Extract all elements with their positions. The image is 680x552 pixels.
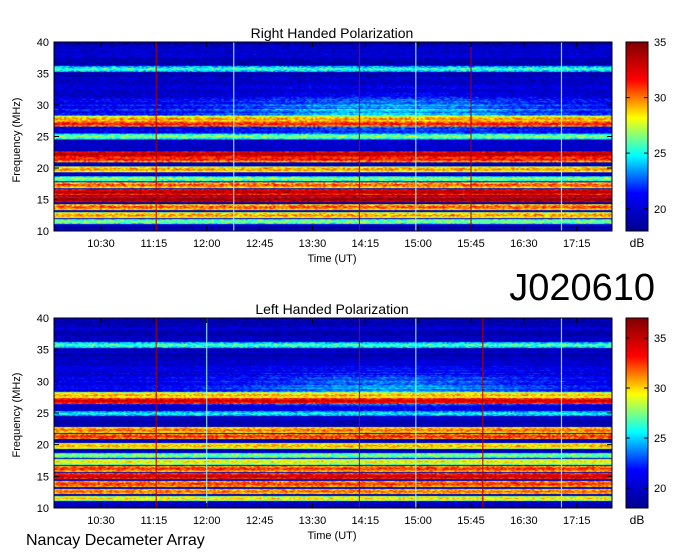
colorbar-tick-label: 25 [654, 433, 666, 445]
heatmap-area [53, 317, 613, 509]
y-axis-label: Frequency (MHz) [11, 373, 23, 458]
y-tick-label: 30 [37, 376, 49, 388]
x-tick-label: 14:15 [352, 238, 380, 250]
x-tick-label: 13:30 [299, 238, 327, 250]
y-tick-label: 35 [37, 345, 49, 357]
x-tick-label: 17:15 [563, 238, 591, 250]
x-tick-label: 15:00 [404, 238, 432, 250]
x-tick-label: 16:30 [510, 238, 538, 250]
y-tick-label: 25 [37, 132, 49, 144]
colorbar-tick-label: 20 [654, 204, 666, 216]
x-tick-label: 10:30 [87, 515, 115, 527]
panel-title: Right Handed Polarization [251, 25, 414, 41]
y-tick-label: 15 [37, 195, 49, 207]
spectrogram-figure: Right Handed Polarization 10 15 20 25 30 35 40… [11, 25, 666, 549]
colorbar-tick-label: 35 [654, 333, 666, 345]
colorbar-tick-label: 30 [654, 93, 666, 105]
x-tick-label: 10:30 [87, 238, 115, 250]
x-tick-label: 11:15 [140, 515, 167, 527]
right-polarization-panel: Right Handed Polarization 10 15 20 25 30 35 40… [11, 25, 666, 265]
colorbar-tick-label: 20 [654, 483, 666, 495]
colorbar-tick-label: 25 [654, 148, 666, 160]
x-tick-label: 15:00 [404, 515, 432, 527]
x-tick-label: 11:15 [140, 238, 167, 250]
y-tick-label: 30 [37, 100, 49, 112]
colorbar-unit: dB [630, 513, 645, 527]
heatmap-area [53, 41, 613, 232]
y-tick-label: 20 [37, 163, 49, 175]
spectrogram-image [54, 318, 612, 508]
spectrogram-image [54, 42, 612, 231]
y-tick-label: 40 [37, 313, 49, 325]
colorbar-unit: dB [630, 236, 645, 250]
x-tick-label: 14:15 [352, 515, 380, 527]
y-tick-label: 20 [37, 440, 49, 452]
colorbar: 20 25 30 35 [625, 37, 666, 232]
left-polarization-panel: Left Handed Polarization 10152025303540 … [11, 301, 666, 542]
x-tick-label: 12:00 [193, 515, 221, 527]
y-tick-label: 40 [37, 37, 49, 49]
colorbar-tick-label: 30 [654, 383, 666, 395]
colorbar-gradient [625, 317, 649, 509]
figure-code: J020610 [509, 267, 655, 309]
y-tick-label: 25 [37, 408, 49, 420]
footer-label: Nancay Decameter Array [26, 532, 205, 549]
x-tick-label: 17:15 [563, 515, 591, 527]
x-axis-label: Time (UT) [307, 253, 356, 265]
x-tick-label: 13:30 [299, 515, 327, 527]
colorbar-tick-label: 35 [654, 37, 666, 49]
x-tick-label: 12:45 [246, 515, 274, 527]
x-axis-label: Time (UT) [307, 530, 356, 542]
colorbar-gradient [625, 41, 649, 232]
x-tick-label: 12:45 [246, 238, 274, 250]
y-axis-label: Frequency (MHz) [11, 98, 23, 183]
x-tick-label: 15:45 [457, 238, 485, 250]
y-tick-label: 10 [37, 503, 49, 515]
panel-title: Left Handed Polarization [255, 301, 408, 317]
y-tick-label: 15 [37, 471, 49, 483]
colorbar: 20 25 30 35 [625, 317, 666, 509]
x-tick-label: 16:30 [510, 515, 538, 527]
y-tick-label: 10 [37, 226, 49, 238]
y-tick-label: 35 [37, 69, 49, 81]
x-tick-label: 12:00 [193, 238, 221, 250]
x-tick-label: 15:45 [457, 515, 485, 527]
